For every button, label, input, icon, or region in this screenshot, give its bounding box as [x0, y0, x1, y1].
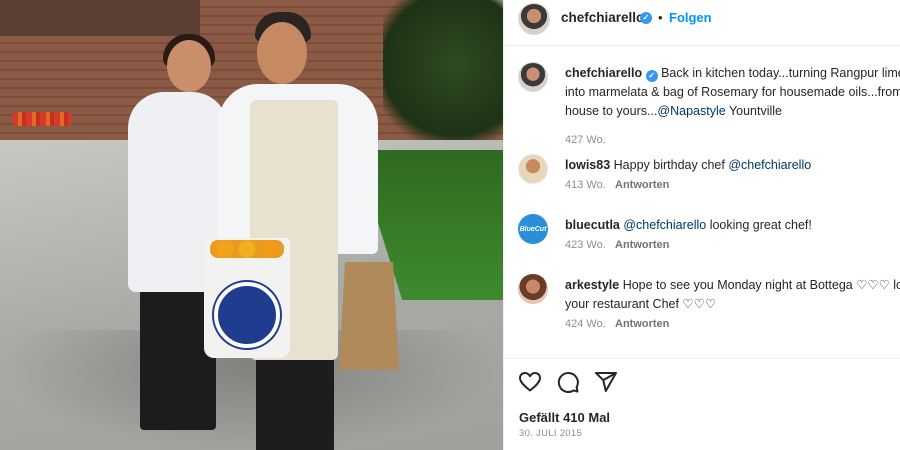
comment-meta: 424 Wo. Antworten: [565, 318, 669, 330]
caption-age[interactable]: 427 Wo.: [565, 134, 606, 146]
verified-badge-icon: ✓: [640, 12, 652, 24]
post-side-panel: chefchiarello ✓ • Folgen chefchiarello ✓…: [503, 0, 900, 450]
caption-avatar[interactable]: [518, 62, 548, 92]
bluecut-logo-icon: BlueCut: [519, 225, 547, 233]
comment-text: arkestyle Hope to see you Monday night a…: [565, 276, 900, 314]
owner-username[interactable]: chefchiarello: [561, 10, 644, 25]
caption-line2: into marmelata & bag of Rosemary for hou…: [565, 85, 900, 99]
post-header: chefchiarello ✓ • Folgen: [504, 0, 900, 36]
caption-meta: 427 Wo.: [565, 134, 606, 146]
tree: [383, 0, 503, 160]
caption-username[interactable]: chefchiarello: [565, 66, 642, 80]
comment-age[interactable]: 423 Wo.: [565, 239, 606, 251]
comment-mention[interactable]: @chefchiarello: [623, 218, 706, 232]
paper-bag: [339, 262, 399, 370]
bucket-of-limes: [204, 238, 290, 358]
commenter-avatar[interactable]: BlueCut: [518, 214, 548, 244]
commenter-avatar[interactable]: [518, 154, 548, 184]
likes-count[interactable]: Gefällt 410 Mal: [519, 410, 610, 425]
comment-body: Happy birthday chef: [613, 158, 729, 172]
commenter-avatar[interactable]: [518, 274, 548, 304]
caption-line3-prefix: house to yours...: [565, 104, 658, 118]
comment-body-line2: your restaurant Chef ♡♡♡: [565, 297, 717, 311]
comments-list[interactable]: chefchiarello ✓ Back in kitchen today...…: [504, 46, 900, 358]
post-date[interactable]: 30. JULI 2015: [519, 428, 582, 439]
comment-age[interactable]: 424 Wo.: [565, 318, 606, 330]
comment-username[interactable]: lowis83: [565, 158, 610, 172]
comment-body: looking great chef!: [706, 218, 812, 232]
comment-meta: 423 Wo. Antworten: [565, 239, 669, 251]
comment-text: lowis83 Happy birthday chef @chefchiarel…: [565, 156, 900, 175]
caption-text: chefchiarello ✓ Back in kitchen today...…: [565, 64, 900, 121]
reply-button[interactable]: Antworten: [615, 239, 669, 251]
roofline: [0, 0, 200, 36]
action-bar: [518, 370, 618, 394]
comment-icon[interactable]: [556, 370, 580, 394]
comment-meta: 413 Wo. Antworten: [565, 179, 669, 191]
comment-username[interactable]: arkestyle: [565, 278, 619, 292]
caption-line1: Back in kitchen today...turning Rangpur …: [661, 66, 900, 80]
post-photo[interactable]: [0, 0, 503, 450]
rangpur-limes: [210, 240, 284, 258]
footer-divider: [504, 358, 900, 359]
comment-body: Hope to see you Monday night at Bottega …: [622, 278, 900, 292]
verified-badge-icon: ✓: [645, 70, 658, 82]
comment-age[interactable]: 413 Wo.: [565, 179, 606, 191]
header-separator: •: [658, 10, 663, 25]
caption-line3-suffix: Yountville: [725, 104, 783, 118]
flower-bed: [12, 112, 72, 126]
comment-mention[interactable]: @chefchiarello: [728, 158, 811, 172]
owner-avatar[interactable]: [518, 3, 550, 35]
offshore-angler-logo: [214, 282, 280, 348]
comment-username[interactable]: bluecutla: [565, 218, 620, 232]
reply-button[interactable]: Antworten: [615, 179, 669, 191]
share-icon[interactable]: [594, 370, 618, 394]
caption-mention[interactable]: @Napastyle: [657, 104, 725, 118]
heart-icon[interactable]: [518, 370, 542, 394]
reply-button[interactable]: Antworten: [615, 318, 669, 330]
follow-button[interactable]: Folgen: [669, 10, 712, 25]
comment-text: bluecutla @chefchiarello looking great c…: [565, 216, 900, 235]
